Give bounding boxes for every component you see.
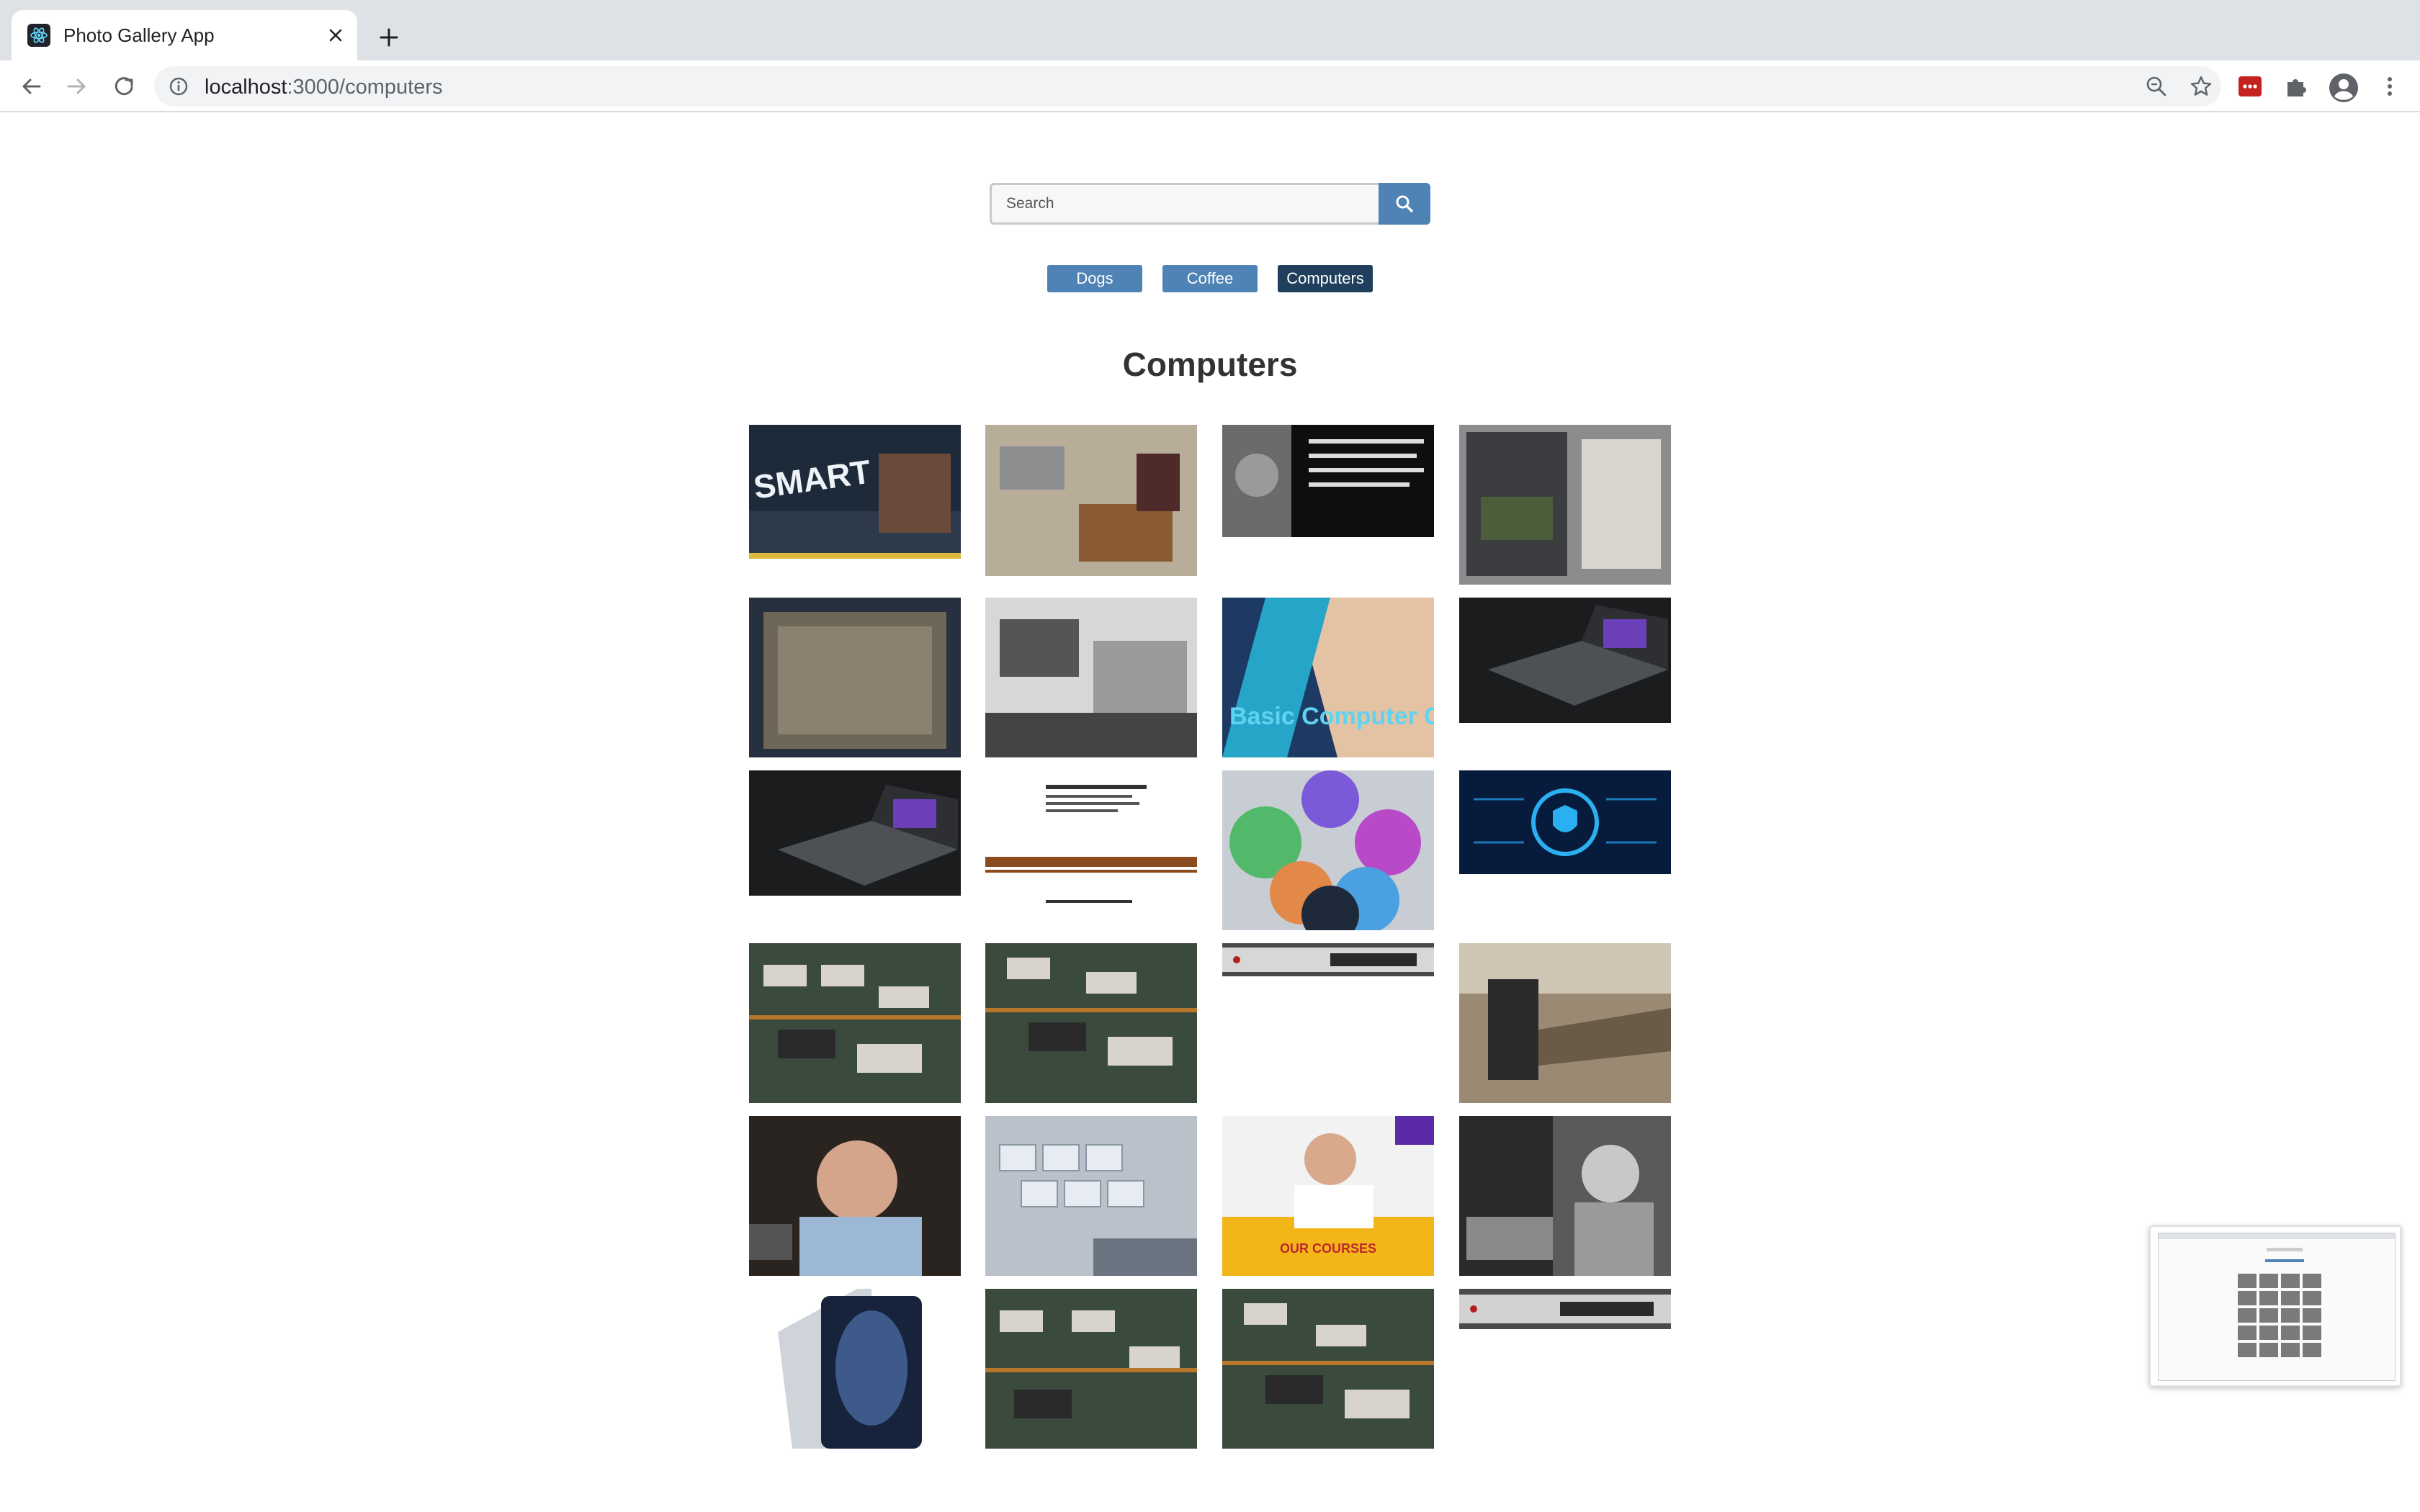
info-icon[interactable]: [169, 76, 189, 96]
photo-item[interactable]: [985, 943, 1197, 1103]
tab-preview-thumbnail[interactable]: [2149, 1225, 2401, 1387]
page-title: Computers: [1122, 346, 1298, 383]
photo-item[interactable]: SMART: [749, 425, 961, 559]
back-icon[interactable]: [16, 71, 48, 102]
reload-icon[interactable]: [108, 71, 140, 102]
photo-item[interactable]: [1459, 598, 1671, 723]
url-host: localhost: [205, 76, 287, 99]
star-icon[interactable]: [2190, 75, 2213, 98]
photo-item[interactable]: [1459, 1116, 1671, 1276]
photo-item[interactable]: OUR COURSES: [1222, 1116, 1434, 1276]
photo-item[interactable]: [749, 770, 961, 896]
page-content: Dogs Coffee Computers Computers SMART Ba…: [0, 114, 2420, 1512]
category-computers-button[interactable]: Computers: [1278, 265, 1373, 292]
puzzle-icon[interactable]: [2282, 72, 2311, 101]
search-icon: [1396, 195, 1413, 212]
photo-item[interactable]: [749, 1289, 961, 1449]
menu-icon[interactable]: [2375, 72, 2404, 101]
close-tab-icon[interactable]: [321, 21, 350, 50]
photo-item[interactable]: [1459, 943, 1671, 1103]
photo-item[interactable]: Basic Computer Course: [1222, 598, 1434, 757]
photo-item[interactable]: [1222, 425, 1434, 537]
category-coffee-button[interactable]: Coffee: [1162, 265, 1258, 292]
browser-tab[interactable]: Photo Gallery App: [12, 10, 357, 60]
search-button[interactable]: [1379, 183, 1430, 225]
search-input[interactable]: [990, 183, 1380, 225]
url-path: :3000/computers: [287, 76, 443, 99]
profile-icon[interactable]: [2328, 72, 2358, 102]
photo-item[interactable]: [985, 770, 1197, 917]
react-favicon-icon: [27, 24, 50, 47]
photo-item[interactable]: [749, 598, 961, 757]
photo-caption: OUR COURSES: [1280, 1241, 1376, 1256]
browser-toolbar: localhost:3000/computers: [0, 60, 2420, 112]
photo-item[interactable]: [985, 598, 1197, 757]
photo-item[interactable]: [985, 1116, 1197, 1276]
photo-item[interactable]: [1222, 1289, 1434, 1449]
photo-item[interactable]: [749, 1116, 961, 1276]
zoom-icon[interactable]: [2145, 75, 2168, 98]
photo-item[interactable]: [985, 425, 1197, 576]
address-bar[interactable]: localhost:3000/computers: [154, 66, 2221, 107]
photo-item[interactable]: [1459, 425, 1671, 585]
photo-item[interactable]: [749, 943, 961, 1103]
search-form: [990, 183, 1430, 225]
tab-strip: Photo Gallery App: [0, 0, 2420, 60]
photo-caption: Basic Computer Course: [1229, 703, 1434, 730]
photo-item[interactable]: [1222, 943, 1434, 976]
forward-icon[interactable]: [60, 71, 92, 102]
tab-title: Photo Gallery App: [63, 24, 215, 46]
photo-item[interactable]: [1459, 1289, 1671, 1329]
new-tab-icon[interactable]: [372, 20, 406, 55]
extension-icon[interactable]: [2236, 72, 2264, 101]
category-dogs-button[interactable]: Dogs: [1047, 265, 1142, 292]
url-text: localhost:3000/computers: [205, 75, 442, 99]
tab-preview-image: [2158, 1233, 2396, 1381]
photo-item[interactable]: [985, 1289, 1197, 1449]
photo-item[interactable]: [1222, 770, 1434, 930]
photo-item[interactable]: [1459, 770, 1671, 874]
